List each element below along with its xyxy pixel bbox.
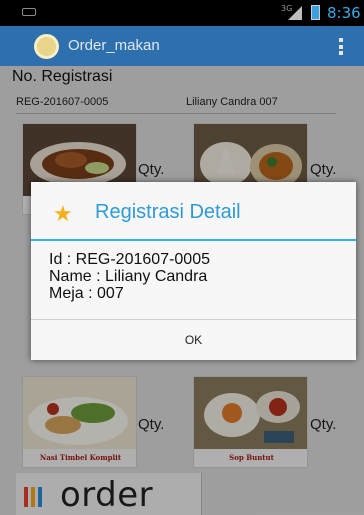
dialog-title: Registrasi Detail <box>95 201 241 223</box>
signal-icon <box>288 6 302 20</box>
overflow-menu-icon[interactable] <box>339 38 343 55</box>
dialog-line-name: Name : Liliany Candra <box>49 268 208 285</box>
status-bar: 3G 8:36 <box>0 0 364 26</box>
dialog-line-id: Id : REG-201607-0005 <box>49 251 210 268</box>
app-title: Order_makan <box>68 37 160 54</box>
dialog-message: Id : REG-201607-0005 Name : Liliany Cand… <box>49 251 349 302</box>
dialog-divider <box>31 239 356 241</box>
app-logo-icon[interactable] <box>34 34 59 59</box>
app-screen: 3G 8:36 Order_makan No. Registrasi REG-2… <box>0 0 364 515</box>
ok-button[interactable]: OK <box>31 320 356 360</box>
star-icon: ★ <box>53 202 73 227</box>
battery-icon <box>311 5 320 20</box>
dialog-header: ★ Registrasi Detail <box>31 182 356 240</box>
status-time: 8:36 <box>327 4 361 22</box>
notification-icon <box>22 8 36 16</box>
dialog-line-meja: Meja : 007 <box>49 285 124 302</box>
registration-detail-dialog: ★ Registrasi Detail Id : REG-201607-0005… <box>31 182 356 360</box>
